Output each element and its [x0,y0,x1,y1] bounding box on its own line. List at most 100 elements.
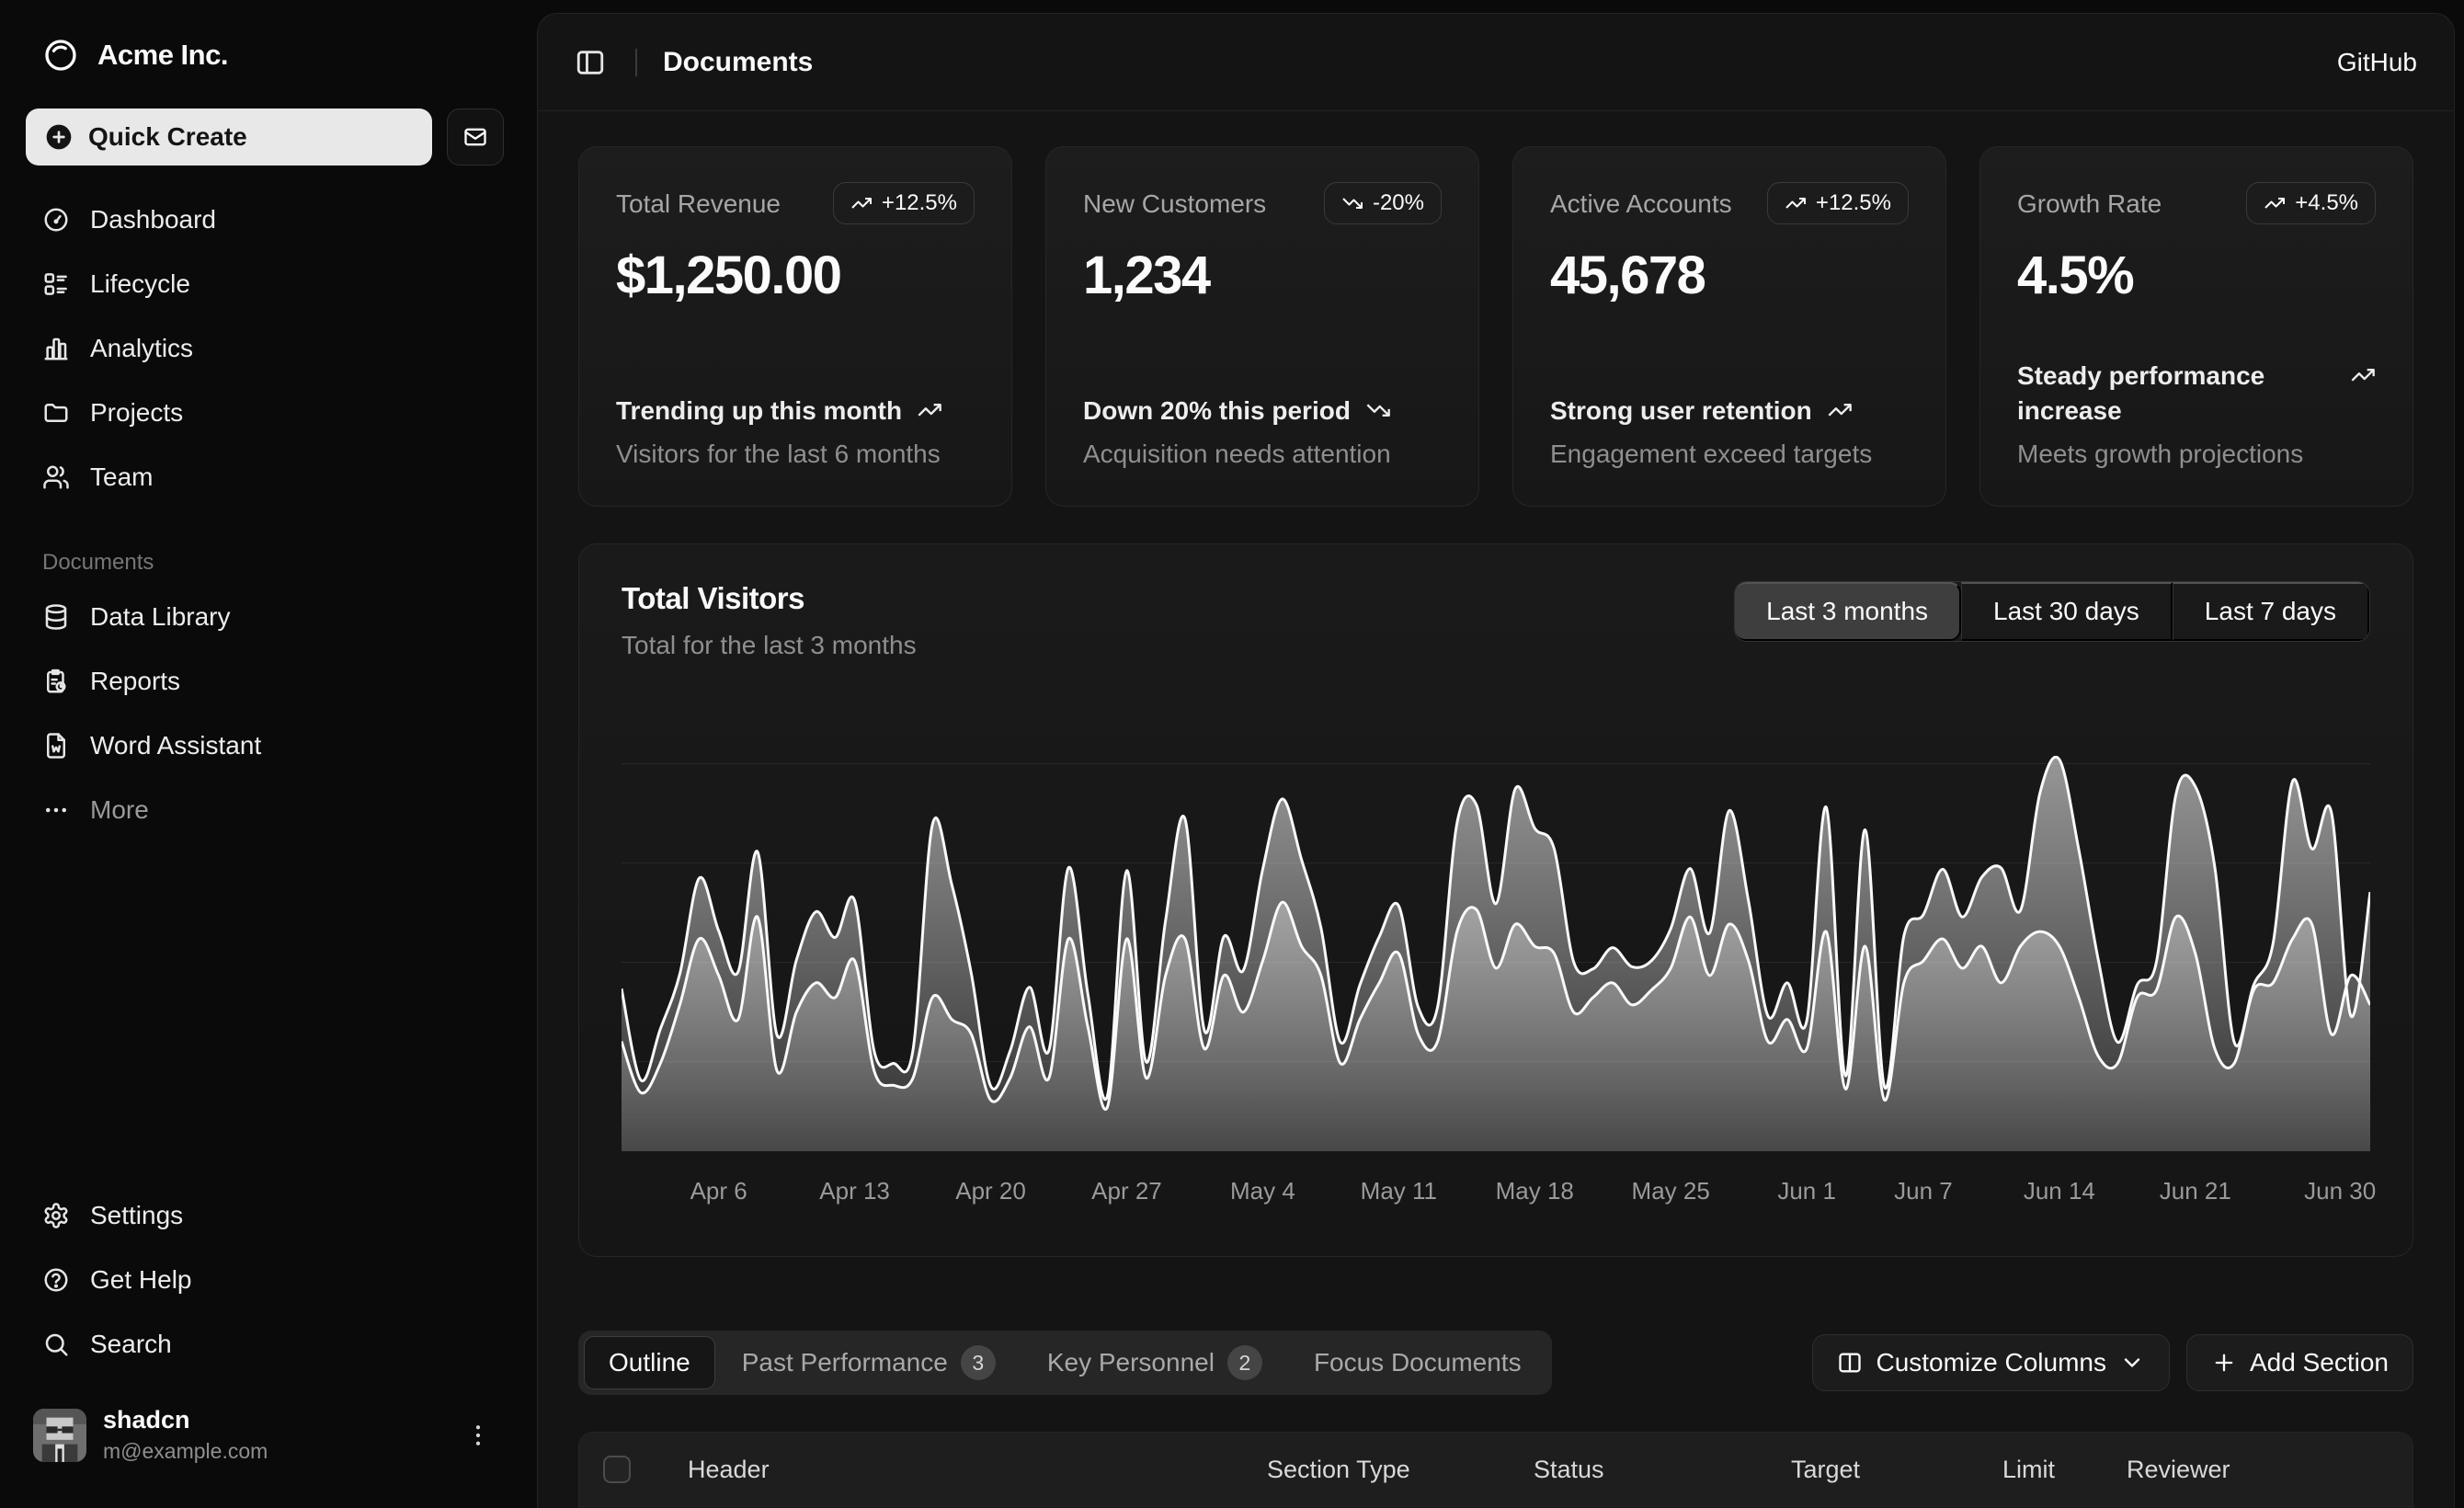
sidebar-item-word-assistant[interactable]: Word Assistant [26,717,504,774]
quick-create-button[interactable]: Quick Create [26,109,432,166]
stat-label: Active Accounts [1550,182,1732,219]
customize-columns-label: Customize Columns [1876,1348,2106,1377]
trending-up-icon [2264,192,2286,214]
trending-up-icon [1785,192,1807,214]
sidebar-item-reports[interactable]: Reports [26,653,504,710]
tab-label: Key Personnel [1047,1348,1215,1377]
trend-badge-value: +12.5% [1816,190,1891,216]
stat-footer-sub: Engagement exceed targets [1550,440,1909,469]
users-icon [42,463,70,491]
x-axis-tick-label: Apr 13 [819,1177,890,1205]
stat-value: 45,678 [1550,245,1909,306]
stat-value: $1,250.00 [616,245,975,306]
tab-label: Past Performance [742,1348,948,1377]
range-last-7-days[interactable]: Last 7 days [2173,582,2369,641]
sidebar-item-label: Search [90,1330,172,1359]
sidebar-item-label: Analytics [90,334,193,363]
column-header: Header [688,1456,1267,1484]
column-header: Reviewer [2127,1456,2389,1484]
x-axis-tick-label: Apr 20 [955,1177,1026,1205]
list-details-icon [42,270,70,298]
range-last-30-days[interactable]: Last 30 days [1961,582,2173,641]
stat-label: New Customers [1083,182,1266,219]
inbox-button[interactable] [447,109,504,166]
brand-row[interactable]: Acme Inc. [26,28,504,83]
column-header: Limit [2002,1456,2127,1484]
main-panel: Documents GitHub Total Revenue +12.5% $1… [537,13,2455,1508]
sidebar-item-lifecycle[interactable]: Lifecycle [26,256,504,313]
header-divider [635,49,637,76]
add-section-label: Add Section [2250,1348,2389,1377]
table-toolbar: Outline Past Performance 3 Key Personnel… [578,1331,2413,1395]
file-word-icon [42,732,70,760]
quick-create-label: Quick Create [88,122,247,152]
sidebar-item-label: Data Library [90,602,231,632]
sidebar-item-settings[interactable]: Settings [26,1187,504,1244]
x-axis-ticks: Apr 6Apr 13Apr 20Apr 27May 4May 11May 18… [622,1155,2370,1219]
sidebar-item-projects[interactable]: Projects [26,384,504,441]
stat-card-growth-rate: Growth Rate +4.5% 4.5% Steady performanc… [1979,146,2413,507]
trend-badge-value: -20% [1373,190,1424,216]
visitors-subtitle: Total for the last 3 months [622,631,917,660]
x-axis-tick-label: Apr 27 [1091,1177,1162,1205]
stat-footer-title: Steady performance increase [2017,359,2335,428]
visitors-area-chart[interactable] [622,756,2370,1151]
select-all-checkbox[interactable] [603,1456,631,1483]
search-icon [42,1331,70,1358]
tab-count-badge: 3 [961,1345,996,1380]
avatar [33,1409,86,1462]
sidebar-item-label: Get Help [90,1265,192,1295]
gear-icon [42,1202,70,1229]
add-section-button[interactable]: Add Section [2186,1334,2413,1391]
sidebar-toggle-button[interactable] [575,45,610,80]
sidebar-item-label: Lifecycle [90,269,190,299]
trending-up-icon [850,192,873,214]
column-header: Target [1791,1456,2002,1484]
sidebar-item-data-library[interactable]: Data Library [26,588,504,645]
x-axis-tick-label: May 18 [1496,1177,1574,1205]
tab-key-personnel[interactable]: Key Personnel 2 [1022,1336,1287,1389]
sidebar-item-dashboard[interactable]: Dashboard [26,191,504,248]
x-axis-tick-label: Jun 21 [2160,1177,2231,1205]
trend-badge-value: +12.5% [882,190,957,216]
trend-badge: +4.5% [2246,182,2376,224]
circle-plus-icon [44,122,74,152]
trending-up-icon [917,397,942,423]
tab-outline[interactable]: Outline [584,1336,715,1389]
stat-footer-title: Down 20% this period [1083,394,1351,428]
sidebar-item-label: Projects [90,398,183,428]
sidebar-item-label: Reports [90,667,180,696]
stat-card-total-revenue: Total Revenue +12.5% $1,250.00 Trending … [578,146,1012,507]
sidebar-item-label: Settings [90,1201,183,1230]
range-last-3-months[interactable]: Last 3 months [1735,582,1961,641]
stat-footer-title: Trending up this month [616,394,902,428]
stat-label: Total Revenue [616,182,781,219]
user-menu[interactable]: shadcn m@example.com [26,1399,504,1471]
sidebar-item-analytics[interactable]: Analytics [26,320,504,377]
tab-focus-documents[interactable]: Focus Documents [1289,1336,1546,1389]
clipboard-report-icon [42,668,70,695]
sidebar-item-label: Team [90,463,153,492]
stat-value: 4.5% [2017,245,2376,306]
user-email: m@example.com [103,1439,268,1464]
github-link[interactable]: GitHub [2337,48,2417,77]
sidebar-item-search[interactable]: Search [26,1316,504,1373]
sidebar-footer-nav: Settings Get Help Search [26,1187,504,1373]
customize-columns-button[interactable]: Customize Columns [1812,1334,2170,1391]
page-content: Total Revenue +12.5% $1,250.00 Trending … [538,146,2454,1508]
brand-logo-icon [42,37,79,74]
sidebar-item-get-help[interactable]: Get Help [26,1251,504,1308]
visitors-chart-area[interactable] [622,756,2370,1151]
mail-icon [462,124,488,150]
sidebar-main-nav: Dashboard Lifecycle Analytics Projects T… [26,191,504,506]
database-icon [42,603,70,631]
trend-badge: -20% [1324,182,1442,224]
user-menu-dots-icon[interactable] [460,1417,496,1454]
sections-table: Header Section Type Status Target Limit … [578,1432,2413,1508]
stat-value: 1,234 [1083,245,1442,306]
sidebar-item-more[interactable]: More [26,782,504,839]
tab-past-performance[interactable]: Past Performance 3 [717,1336,1021,1389]
sidebar-item-label: Word Assistant [90,731,261,760]
column-header: Status [1534,1456,1791,1484]
sidebar-item-team[interactable]: Team [26,449,504,506]
